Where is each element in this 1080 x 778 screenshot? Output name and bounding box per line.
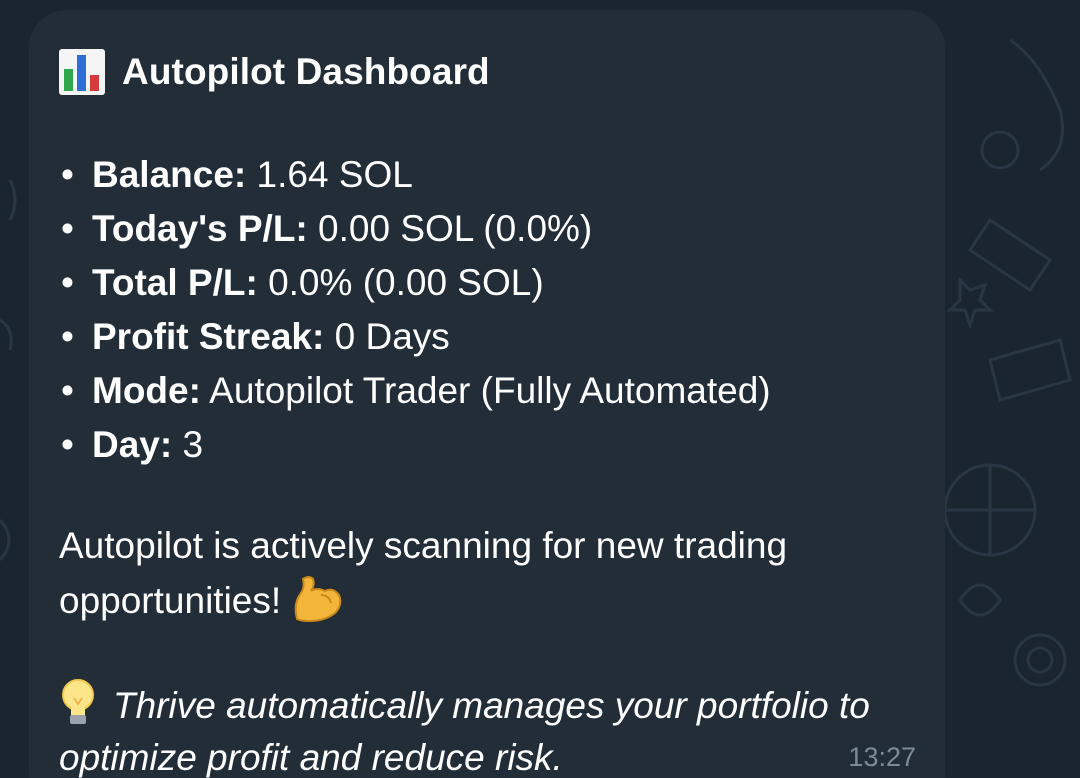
stat-total-pl: • Total P/L: 0.0% (0.00 SOL) [59,256,915,310]
stat-label: Balance: [92,154,247,195]
message-title: Autopilot Dashboard [122,51,490,92]
flexed-biceps-icon [294,576,342,623]
stat-label: Today's P/L: [92,208,308,249]
stat-label: Day: [92,424,173,465]
stat-day: • Day: 3 [59,418,915,472]
stat-value: 1.64 SOL [246,154,413,195]
bullet: • [61,370,74,411]
stat-label: Profit Streak: [92,316,325,357]
stat-balance: • Balance: 1.64 SOL [59,148,915,202]
tip-text: Thrive automatically manages your portfo… [59,685,870,778]
stat-profit-streak: • Profit Streak: 0 Days [59,310,915,364]
bar-chart-icon [59,49,105,95]
stat-value: 0.0% (0.00 SOL) [257,262,544,303]
stat-label: Mode: [92,370,201,411]
stat-value: 0 Days [324,316,450,357]
bullet: • [61,316,74,357]
stat-value: 3 [172,424,204,465]
bullet: • [61,262,74,303]
message-title-row: Autopilot Dashboard [59,32,915,112]
stats-list: • Balance: 1.64 SOL • Today's P/L: 0.00 … [59,148,915,472]
stat-mode: • Mode: Autopilot Trader (Fully Automate… [59,364,915,418]
bullet: • [61,424,74,465]
stat-value: 0.00 SOL (0.0%) [307,208,593,249]
tip-paragraph: Thrive automatically manages your portfo… [59,678,939,778]
stat-value: Autopilot Trader (Fully Automated) [200,370,771,411]
bullet: • [61,208,74,249]
message-timestamp: 13:27 [848,742,916,772]
stat-label: Total P/L: [92,262,258,303]
message-bubble[interactable]: Autopilot Dashboard • Balance: 1.64 SOL … [29,10,945,778]
stat-today-pl: • Today's P/L: 0.00 SOL (0.0%) [59,202,915,256]
status-text: Autopilot is actively scanning for new t… [59,525,788,621]
light-bulb-icon [62,679,94,724]
bullet: • [61,154,74,195]
status-paragraph: Autopilot is actively scanning for new t… [59,519,919,628]
